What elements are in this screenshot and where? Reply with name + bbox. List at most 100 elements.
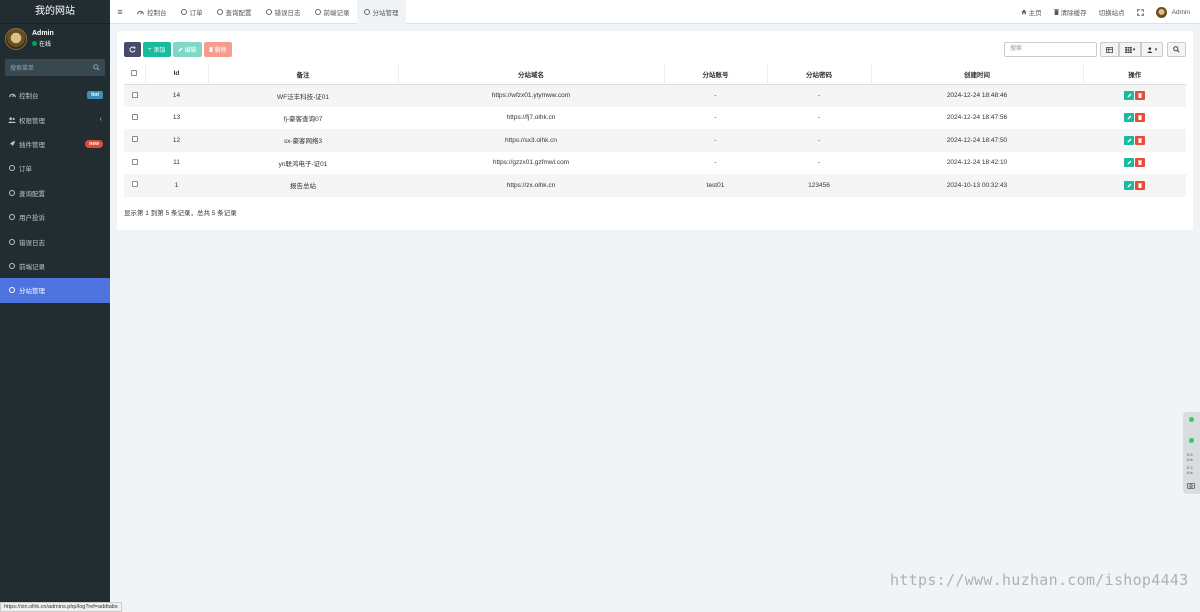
cell-domain: https://fj7.olhk.cn: [506, 114, 556, 122]
cell-account: -: [664, 84, 767, 107]
circle-icon: [8, 214, 16, 221]
row-checkbox[interactable]: [131, 158, 138, 165]
sidebar-item-plugins[interactable]: 插件管理 new: [0, 132, 110, 156]
table-row[interactable]: 11 yn联鸿电子-证01 https://gzzx01.gzfmwl.com …: [124, 152, 1186, 175]
dashboard-icon: [8, 92, 16, 98]
cell-note: fj-豪客查询07: [283, 115, 323, 123]
row-edit-button[interactable]: [1124, 158, 1134, 168]
nav-tabs: 控制台 订单 查询配置 错误日志 前端记录 分站管理: [130, 0, 406, 24]
sidebar-item-error-log[interactable]: 错误日志: [0, 229, 110, 253]
fullscreen-icon: [1136, 8, 1144, 16]
main-panel: + 添加 编辑 删除 搜索 ▾ ▾ Id 备注 分站域名 分站账号 分站密码 创…: [117, 31, 1193, 230]
refresh-button[interactable]: [124, 42, 141, 57]
plus-icon: +: [148, 46, 152, 53]
table-search-input[interactable]: 搜索: [1004, 42, 1097, 57]
delete-button[interactable]: 删除: [203, 42, 232, 57]
column-header[interactable]: 创建时间: [871, 64, 1084, 85]
pencil-icon: [1127, 183, 1131, 188]
table-row[interactable]: 1 报告总站 https://zx.olhk.cn test01 123456 …: [124, 174, 1186, 197]
export-button[interactable]: ▾: [1141, 42, 1163, 57]
toggle-view-button[interactable]: [1100, 42, 1119, 57]
row-checkbox[interactable]: [131, 91, 138, 98]
network-speed-widget[interactable]: 0.5 K/s 0.2 K/s: [1183, 412, 1200, 494]
sidebar-item-frontend-log[interactable]: 前端记录: [0, 254, 110, 278]
switch-site-link[interactable]: 切换站点: [1099, 7, 1125, 17]
table-search-button[interactable]: [1167, 42, 1186, 57]
trash-icon: [1053, 9, 1059, 15]
cell-id: 14: [145, 84, 208, 107]
row-edit-button[interactable]: [1124, 135, 1134, 145]
table-row[interactable]: 13 fj-豪客查询07 https://fj7.olhk.cn - - 202…: [124, 107, 1186, 130]
site-logo[interactable]: 我的网站: [0, 0, 110, 24]
tab-query-config[interactable]: 查询配置: [210, 0, 259, 24]
circle-icon: [265, 8, 272, 15]
cell-password: 123456: [767, 174, 871, 197]
home-link[interactable]: 主页: [1021, 7, 1042, 17]
menu-toggle-icon[interactable]: ≡: [110, 7, 130, 17]
sidebar-search[interactable]: 搜索菜单: [5, 59, 105, 76]
sidebar-menu: 控制台 hot 权限管理 ‹ 插件管理 new 订单 查询配置 用户投诉 错误日…: [0, 83, 110, 303]
column-header[interactable]: 备注: [208, 64, 399, 85]
status-dot-icon: [1189, 438, 1194, 443]
table-header-row: Id 备注 分站域名 分站账号 分站密码 创建时间 操作: [124, 64, 1186, 85]
pencil-icon: [1127, 160, 1131, 165]
user-panel: Admin 在线: [0, 24, 110, 54]
circle-icon: [314, 8, 321, 15]
caret-down-icon: ▾: [1132, 46, 1136, 53]
row-checkbox[interactable]: [131, 136, 138, 143]
topbar: ≡ 控制台 订单 查询配置 错误日志 前端记录 分站管理 主页 清除缓存 切换站…: [110, 0, 1200, 24]
column-header: 操作: [1083, 64, 1186, 85]
trash-icon: [1138, 160, 1142, 166]
row-delete-button[interactable]: [1135, 91, 1145, 100]
sidebar-item-dashboard[interactable]: 控制台 hot: [0, 83, 110, 107]
row-edit-button[interactable]: [1124, 91, 1134, 100]
sidebar-item-orders[interactable]: 订单: [0, 156, 110, 180]
row-delete-button[interactable]: [1135, 180, 1145, 190]
tab-error-log[interactable]: 错误日志: [259, 0, 308, 24]
sidebar-item-query-config[interactable]: 查询配置: [0, 181, 110, 205]
chevron-left-icon[interactable]: ‹: [100, 116, 102, 123]
cell-created: 2024-12-24 18:47:56: [946, 114, 1008, 122]
sidebar-item-complaints[interactable]: 用户投诉: [0, 205, 110, 229]
user-export-icon: [1146, 46, 1153, 53]
user-menu[interactable]: Admin: [1155, 6, 1190, 18]
column-header[interactable]: 分站账号: [664, 64, 768, 85]
column-header[interactable]: 分站域名: [398, 64, 665, 85]
users-icon: [8, 116, 16, 123]
tab-frontend-log[interactable]: 前端记录: [308, 0, 357, 24]
row-edit-button[interactable]: [1124, 113, 1134, 123]
tab-substations[interactable]: 分站管理: [356, 0, 406, 24]
row-delete-button[interactable]: [1135, 113, 1145, 123]
dashboard-icon: [137, 10, 144, 14]
edit-button[interactable]: 编辑: [172, 42, 202, 57]
table-row[interactable]: 12 sx-豪客网络3 https://sx3.olhk.cn - - 2024…: [124, 129, 1186, 152]
select-all-checkbox[interactable]: [131, 69, 138, 76]
row-checkbox[interactable]: [131, 181, 138, 188]
tab-orders[interactable]: 订单: [174, 0, 210, 24]
row-delete-button[interactable]: [1135, 135, 1145, 145]
sidebar-search-input[interactable]: 搜索菜单: [10, 63, 34, 72]
fullscreen-button[interactable]: [1136, 8, 1144, 16]
hot-badge: hot: [87, 91, 103, 100]
cell-domain: https://wfzx01.ytymww.com: [398, 84, 664, 107]
sidebar-item-permissions[interactable]: 权限管理 ‹: [0, 107, 110, 131]
tab-dashboard[interactable]: 控制台: [130, 0, 174, 24]
add-button[interactable]: + 添加: [143, 42, 171, 57]
row-delete-button[interactable]: [1135, 158, 1145, 168]
row-edit-button[interactable]: [1124, 180, 1134, 190]
home-icon: [1021, 9, 1026, 15]
column-header[interactable]: 分站密码: [767, 64, 872, 85]
row-checkbox[interactable]: [131, 113, 138, 120]
table-row[interactable]: 14 WF泛丰科技-证01 https://wfzx01.ytymww.com …: [124, 84, 1186, 107]
camera-icon[interactable]: [1187, 482, 1195, 489]
cell-password: -: [767, 129, 871, 152]
trash-icon: [1138, 183, 1142, 188]
sidebar-item-substations[interactable]: 分站管理: [0, 278, 110, 303]
cell-id: 1: [145, 174, 208, 197]
cell-actions: [1083, 107, 1186, 130]
column-header[interactable]: Id: [145, 64, 209, 85]
search-icon[interactable]: [93, 64, 100, 71]
clear-cache-link[interactable]: 清除缓存: [1053, 7, 1087, 17]
new-badge: new: [85, 139, 103, 148]
columns-button[interactable]: ▾: [1119, 42, 1141, 57]
